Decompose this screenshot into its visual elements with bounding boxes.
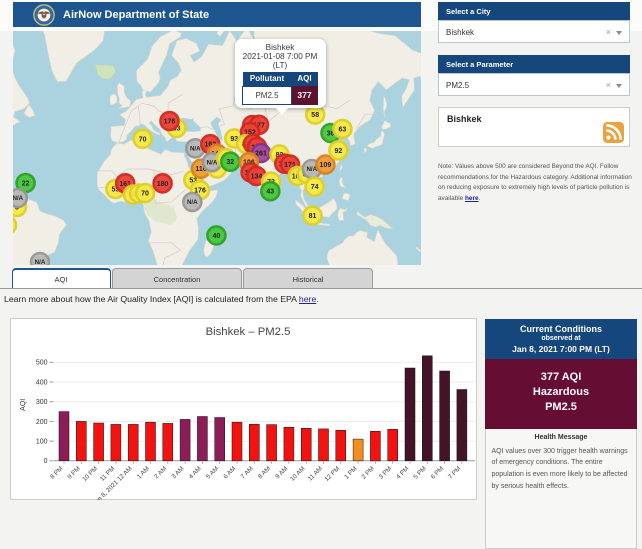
svg-text:176: 176 [164,119,176,126]
svg-text:74: 74 [311,184,319,191]
svg-text:AQI: AQI [20,399,27,411]
svg-text:200: 200 [36,419,48,426]
svg-text:70: 70 [141,191,149,198]
svg-text:4 PM: 4 PM [395,465,410,480]
svg-text:1 PM: 1 PM [343,465,358,480]
svg-text:81: 81 [309,213,317,220]
svg-text:12 PM: 12 PM [323,465,341,483]
svg-text:100: 100 [36,439,48,446]
svg-text:40: 40 [213,233,221,240]
svg-text:3 PM: 3 PM [378,465,393,480]
svg-text:400: 400 [36,379,48,386]
svg-text:9 AM: 9 AM [274,465,289,480]
svg-text:43: 43 [266,189,274,196]
svg-text:N/A: N/A [187,199,198,206]
svg-text:4 AM: 4 AM [188,465,203,480]
svg-text:5 PM: 5 PM [412,465,427,480]
svg-text:11 AM: 11 AM [307,465,324,482]
svg-text:109: 109 [320,162,332,169]
svg-text:8 AM: 8 AM [257,465,272,480]
svg-text:N/A: N/A [190,146,201,153]
svg-text:2 PM: 2 PM [360,465,375,480]
svg-text:22: 22 [22,181,30,188]
svg-text:500: 500 [36,360,48,367]
svg-text:0: 0 [44,458,48,465]
svg-text:6 PM: 6 PM [430,465,445,480]
svg-text:10 PM: 10 PM [81,465,99,483]
svg-text:2 AM: 2 AM [153,465,168,480]
svg-text:7 AM: 7 AM [240,465,255,480]
svg-text:58: 58 [311,112,319,119]
svg-text:8 PM: 8 PM [49,465,64,480]
svg-text:Bishkek – PM2.5: Bishkek – PM2.5 [206,326,291,338]
svg-text:3 AM: 3 AM [170,465,185,480]
svg-text:N/A: N/A [35,259,46,265]
svg-text:134: 134 [251,174,263,181]
svg-text:63: 63 [339,126,347,133]
svg-text:70: 70 [139,136,147,143]
svg-text:180: 180 [157,181,169,188]
svg-text:1 AM: 1 AM [136,465,151,480]
svg-text:9 PM: 9 PM [66,465,81,480]
svg-text:5 AM: 5 AM [205,465,220,480]
svg-text:300: 300 [36,399,48,406]
svg-text:10 AM: 10 AM [289,465,307,483]
svg-text:N/A: N/A [13,195,24,202]
svg-text:32: 32 [226,159,234,166]
svg-text:7 PM: 7 PM [447,465,462,480]
svg-text:92: 92 [335,148,343,155]
svg-text:6 AM: 6 AM [222,465,237,480]
